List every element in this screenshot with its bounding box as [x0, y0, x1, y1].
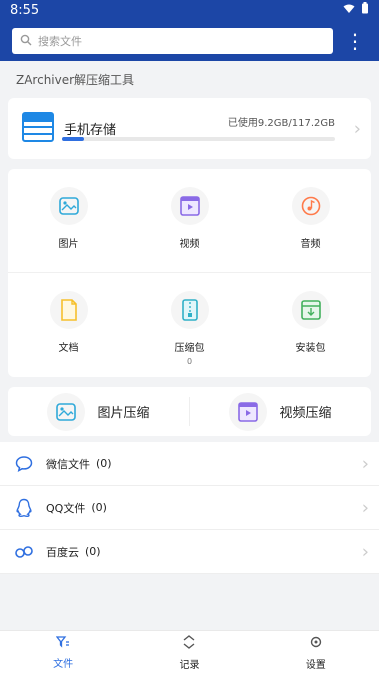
- status-bar: 8:55: [0, 0, 379, 20]
- archive-count: 0: [186, 357, 193, 366]
- category-audio[interactable]: 音频: [250, 169, 371, 272]
- bottom-nav: 文件 记录 设置: [0, 630, 379, 675]
- storage-used-text: 已使用9.2GB/117.2GB: [227, 118, 335, 129]
- apk-icon: [291, 291, 330, 329]
- app-subtitle: ZArchiver解压缩工具: [16, 73, 135, 87]
- music-icon: [291, 187, 330, 225]
- chevron-right-icon: ›: [361, 453, 369, 474]
- image-icon: [49, 187, 88, 225]
- document-icon: [49, 291, 88, 329]
- category-apks[interactable]: 安装包: [250, 273, 371, 377]
- category-videos[interactable]: 视频: [129, 169, 250, 272]
- up-down-arrows-icon: [182, 635, 196, 652]
- app-bar: 搜索文件 ⋮: [0, 20, 379, 61]
- chevron-right-icon: ›: [353, 118, 361, 139]
- chevron-right-icon: ›: [361, 541, 369, 562]
- battery-icon: [361, 2, 369, 18]
- video-icon: [170, 187, 209, 225]
- file-filter-icon: [55, 636, 70, 651]
- list-item-wechat[interactable]: 微信文件 (0) ›: [0, 442, 379, 486]
- storage-title: 手机存储: [64, 123, 117, 138]
- video-compress-button[interactable]: 视频压缩: [190, 387, 371, 436]
- list-item-baidu-cloud[interactable]: 百度云 (0) ›: [0, 530, 379, 574]
- category-images[interactable]: 图片: [8, 169, 129, 272]
- category-archives[interactable]: 压缩包 0: [129, 273, 250, 377]
- category-documents[interactable]: 文档: [8, 273, 129, 377]
- video-icon: [229, 392, 268, 431]
- category-grid: 图片 视频 音频 文档 压缩包 0 安装包: [8, 169, 371, 377]
- search-placeholder: 搜索文件: [38, 35, 82, 48]
- search-input[interactable]: 搜索文件: [12, 28, 333, 54]
- storage-icon: [22, 111, 54, 146]
- phone-storage-card[interactable]: 手机存储 已使用9.2GB/117.2GB ›: [8, 98, 371, 159]
- tab-settings[interactable]: 设置: [253, 631, 379, 675]
- chat-bubble-icon: [12, 455, 36, 473]
- gear-icon: [309, 635, 323, 652]
- storage-progress-bar: [62, 137, 335, 141]
- list-item-qq[interactable]: QQ文件 (0) ›: [0, 486, 379, 530]
- image-compress-button[interactable]: 图片压缩: [8, 387, 189, 436]
- search-icon: [20, 34, 32, 49]
- more-menu-button[interactable]: ⋮: [343, 31, 367, 51]
- wifi-icon: [343, 3, 355, 18]
- image-icon: [47, 392, 86, 431]
- compress-tools: 图片压缩 视频压缩: [8, 387, 371, 436]
- source-list: 微信文件 (0) › QQ文件 (0) › 百度云 (0) ›: [0, 442, 379, 574]
- archive-icon: [170, 291, 209, 329]
- status-time: 8:55: [10, 2, 40, 18]
- tab-records[interactable]: 记录: [126, 631, 252, 675]
- chevron-right-icon: ›: [361, 497, 369, 518]
- qq-penguin-icon: [12, 498, 36, 518]
- cloud-link-icon: [12, 545, 36, 559]
- tab-files[interactable]: 文件: [0, 631, 126, 675]
